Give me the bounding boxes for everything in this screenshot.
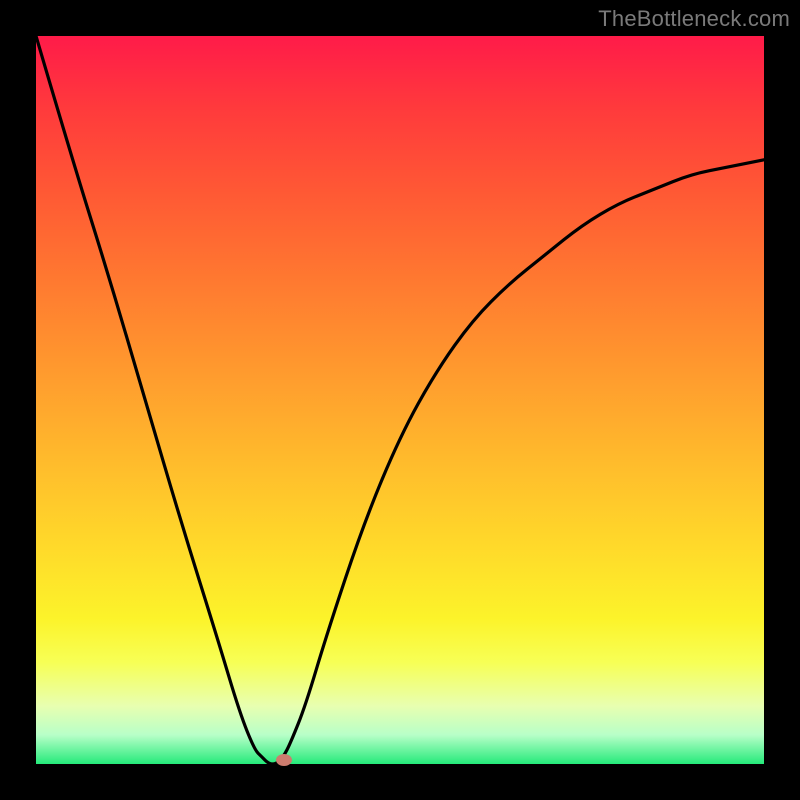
plot-area bbox=[36, 36, 764, 764]
watermark-text: TheBottleneck.com bbox=[598, 6, 790, 32]
minimum-marker bbox=[276, 754, 292, 766]
chart-frame: TheBottleneck.com bbox=[0, 0, 800, 800]
bottleneck-curve bbox=[36, 36, 764, 764]
